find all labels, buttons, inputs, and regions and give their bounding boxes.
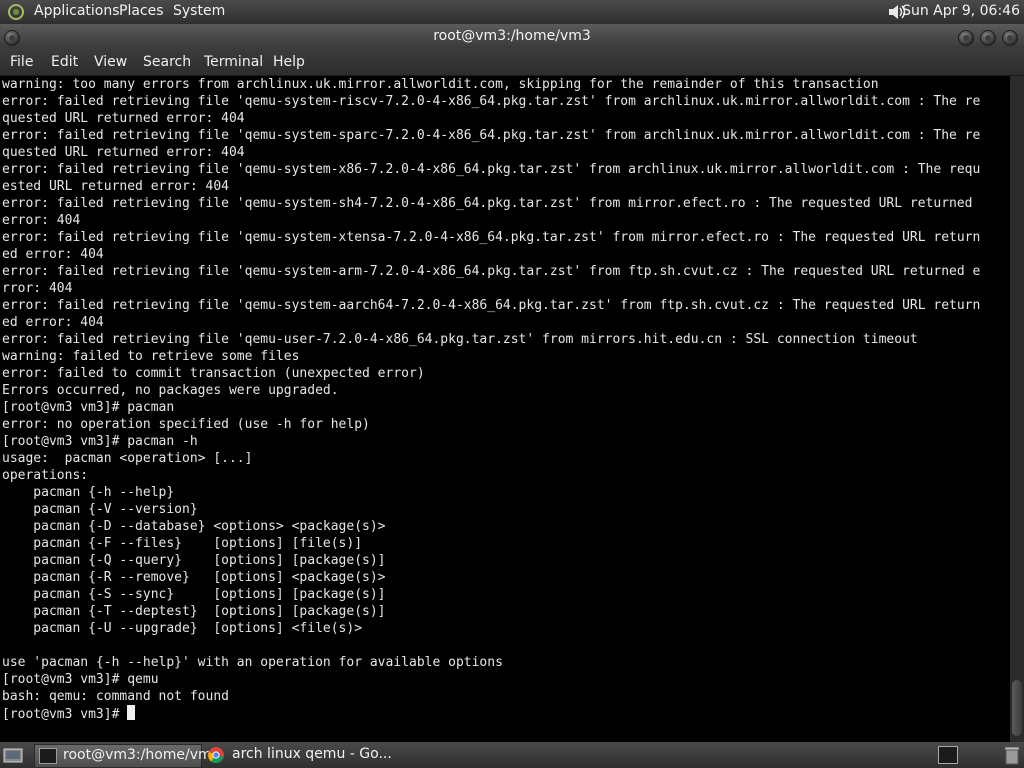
terminal-line: pacman {-h --help} (33, 485, 175, 500)
close-button[interactable] (1002, 30, 1018, 46)
task-label: arch linux qemu - Go... (232, 746, 392, 762)
terminal-line: pacman {-F --files} [options] [file(s)] (33, 536, 363, 551)
taskbar-item-terminal[interactable]: root@vm3:/home/vm3 (34, 744, 221, 768)
terminal-area[interactable]: warning: too many errors from archlinux.… (0, 76, 1010, 742)
terminal-line: use 'pacman {-h --help}' with an operati… (2, 655, 503, 670)
terminal-output: warning: too many errors from archlinux.… (2, 76, 980, 723)
task-label: root@vm3:/home/vm3 (63, 747, 221, 763)
menu-edit[interactable]: Edit (51, 54, 78, 70)
minimize-button[interactable] (958, 30, 974, 46)
terminal-line: [root@vm3 vm3]# pacman (2, 400, 175, 415)
terminal-line: pacman {-Q --query} [options] [package(s… (33, 553, 386, 568)
terminal-line: error: failed to commit transaction (une… (2, 366, 425, 381)
terminal-line: [root@vm3 vm3]# qemu (2, 672, 159, 687)
terminal-line: warning: failed to retrieve some files (2, 349, 300, 364)
terminal-line: pacman {-V --version} (33, 502, 198, 517)
terminal-line: quested URL returned error: 404 (2, 111, 245, 126)
terminal-line: pacman {-D --database} <options> <packag… (33, 519, 386, 534)
terminal-line: operations: (2, 468, 89, 483)
terminal-prompt: [root@vm3 vm3]# (2, 707, 128, 722)
menu-file[interactable]: File (10, 54, 33, 70)
terminal-line: usage: pacman <operation> [...] (2, 451, 253, 466)
terminal-line: ed error: 404 (2, 315, 104, 330)
terminal-line: error: no operation specified (use -h fo… (2, 417, 370, 432)
scrollbar-thumb[interactable] (1012, 680, 1022, 736)
terminal-line: error: failed retrieving file 'qemu-syst… (2, 128, 981, 143)
terminal-line: ed error: 404 (2, 247, 104, 262)
bottom-panel: root@vm3:/home/vm3 arch linux qemu - Go.… (0, 742, 1024, 768)
places-menu[interactable]: Places (119, 3, 164, 19)
terminal-line: warning: too many errors from archlinux.… (2, 77, 879, 92)
system-menu[interactable]: System (173, 3, 225, 19)
terminal-line: bash: qemu: command not found (2, 689, 229, 704)
terminal-line: pacman {-U --upgrade} [options] <file(s)… (33, 621, 363, 636)
menu-search[interactable]: Search (143, 54, 191, 70)
text-cursor (127, 705, 136, 720)
terminal-line: quested URL returned error: 404 (2, 145, 245, 160)
trash-icon[interactable] (1004, 745, 1020, 765)
show-desktop-icon[interactable] (3, 746, 23, 764)
window-titlebar[interactable]: root@vm3:/home/vm3 (0, 24, 1024, 48)
gnome-foot-icon[interactable] (7, 3, 25, 21)
terminal-line: error: failed retrieving file 'qemu-syst… (2, 94, 981, 109)
maximize-button[interactable] (980, 30, 996, 46)
menu-help[interactable]: Help (273, 54, 305, 70)
terminal-line: pacman {-R --remove} [options] <package(… (33, 570, 386, 585)
menu-view[interactable]: View (94, 54, 127, 70)
terminal-line: error: failed retrieving file 'qemu-syst… (2, 162, 981, 177)
applications-menu[interactable]: Applications (34, 3, 120, 19)
terminal-line: error: 404 (2, 213, 81, 228)
clock[interactable]: Sun Apr 9, 06:46 (902, 3, 1020, 19)
terminal-line: Errors occurred, no packages were upgrad… (2, 383, 339, 398)
menubar: File Edit View Search Terminal Help (0, 48, 1024, 76)
terminal-scrollbar[interactable] (1010, 76, 1024, 742)
terminal-tray-icon[interactable] (938, 746, 958, 764)
terminal-line: pacman {-T --deptest} [options] [package… (33, 604, 386, 619)
terminal-line: rror: 404 (2, 281, 73, 296)
menu-terminal[interactable]: Terminal (204, 54, 263, 70)
chrome-icon (208, 747, 224, 763)
terminal-line: error: failed retrieving file 'qemu-syst… (2, 196, 973, 211)
terminal-line: pacman {-S --sync} [options] [package(s)… (33, 587, 386, 602)
top-panel: Applications Places System Sun Apr 9, 06… (0, 0, 1024, 24)
terminal-line: [root@vm3 vm3]# pacman -h (2, 434, 198, 449)
terminal-line: error: failed retrieving file 'qemu-user… (2, 332, 918, 347)
terminal-line: ested URL returned error: 404 (2, 179, 229, 194)
terminal-line: error: failed retrieving file 'qemu-syst… (2, 230, 981, 245)
window-title: root@vm3:/home/vm3 (433, 28, 591, 44)
terminal-icon (39, 748, 57, 764)
terminal-line: error: failed retrieving file 'qemu-syst… (2, 264, 981, 279)
terminal-line: error: failed retrieving file 'qemu-syst… (2, 298, 981, 313)
taskbar-item-browser[interactable]: arch linux qemu - Go... (204, 744, 404, 766)
